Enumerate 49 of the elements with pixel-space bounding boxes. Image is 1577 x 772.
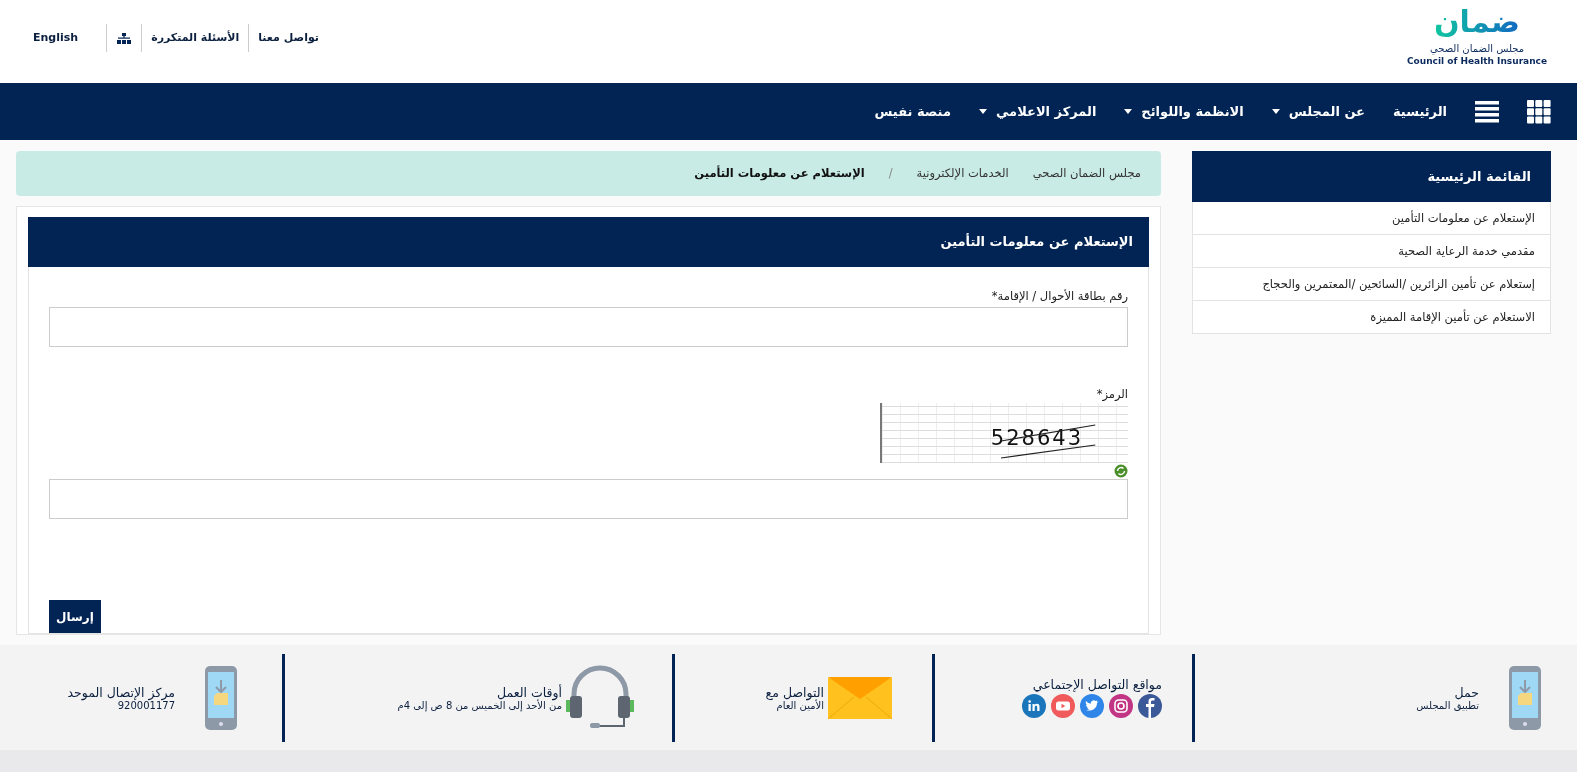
grid-menu-icon[interactable] bbox=[1527, 99, 1551, 124]
breadcrumb-current: الإستعلام عن معلومات التأمين bbox=[694, 166, 865, 181]
footer-subtitle: الأمين العام bbox=[776, 699, 824, 711]
footer-title: أوقات العمل bbox=[495, 684, 562, 700]
nav-item[interactable]: الرئيسية bbox=[1392, 104, 1447, 119]
menu-icon[interactable] bbox=[1475, 100, 1499, 123]
captcha-field[interactable] bbox=[49, 478, 1128, 519]
nav-item[interactable]: المركز الاعلامي bbox=[978, 104, 1097, 119]
instagram-icon[interactable] bbox=[1109, 694, 1133, 718]
facebook-icon[interactable] bbox=[1138, 694, 1162, 718]
field-label: رقم بطاقة الأحوال / الإقامة* bbox=[990, 288, 1128, 303]
nav-item[interactable]: منصة نفيس bbox=[874, 104, 951, 119]
caret-icon[interactable] bbox=[978, 109, 987, 114]
sidebar-item[interactable]: الإستعلام عن معلومات التأمين bbox=[1192, 202, 1551, 235]
footer-title: حمل bbox=[1453, 684, 1479, 700]
caret-icon[interactable] bbox=[1271, 109, 1280, 114]
top-link[interactable]: English bbox=[24, 24, 108, 52]
id-number-field[interactable] bbox=[49, 306, 1128, 347]
sitemap-icon[interactable] bbox=[117, 32, 132, 44]
footer-subtitle: تطبيق المجلس bbox=[1416, 699, 1479, 711]
breadcrumb-link[interactable]: الخدمات الإلكترونية bbox=[916, 166, 1009, 181]
phone-download-icon bbox=[1509, 665, 1541, 730]
footer-title: مركز الإتصال الموحد bbox=[67, 684, 175, 700]
linkedin-icon[interactable] bbox=[1022, 694, 1046, 718]
captcha-image: 528643 bbox=[880, 402, 1128, 463]
phone-download-icon bbox=[205, 665, 237, 730]
sidebar-item[interactable]: إستعلام عن تأمين الزائرين /السائحين /المعتمرين والحجاج bbox=[1192, 268, 1551, 301]
footer-subtitle: 920001177 bbox=[117, 699, 175, 711]
breadcrumb-link[interactable]: مجلس الضمان الصحي bbox=[1032, 166, 1141, 181]
nav-item[interactable]: عن المجلس bbox=[1271, 104, 1365, 119]
logo-subtitle: Council of Health Insurance bbox=[1407, 55, 1547, 68]
envelope-icon bbox=[828, 676, 892, 719]
footer-title: مواقع التواصل الإجتماعي bbox=[1031, 677, 1162, 692]
footer-title: التواصل مع bbox=[765, 684, 824, 700]
twitter-icon[interactable] bbox=[1080, 694, 1104, 718]
caret-icon[interactable] bbox=[1124, 109, 1133, 114]
youtube-icon[interactable] bbox=[1051, 694, 1075, 718]
top-link[interactable]: تواصل معنا bbox=[248, 24, 328, 52]
form-title: الإستعلام عن معلومات التأمين bbox=[28, 216, 1149, 267]
sidebar-header: القائمة الرئيسية bbox=[1192, 151, 1551, 202]
sidebar-item[interactable]: مقدمي خدمة الرعاية الصحية bbox=[1192, 235, 1551, 268]
submit-button[interactable]: إرسال bbox=[49, 600, 101, 633]
breadcrumb-separator: / bbox=[888, 166, 893, 181]
logo-subtitle: مجلس الضمان الصحي bbox=[1429, 42, 1525, 55]
refresh-icon[interactable] bbox=[1114, 463, 1128, 478]
field-label: الرمز* bbox=[1095, 386, 1128, 401]
top-link[interactable]: الأسئلة المتكررة bbox=[141, 24, 249, 52]
nav-item[interactable]: الانظمة واللوائح bbox=[1124, 104, 1244, 119]
sidebar-item[interactable]: الاستعلام عن تأمين الإقامة المميزة bbox=[1192, 301, 1551, 334]
